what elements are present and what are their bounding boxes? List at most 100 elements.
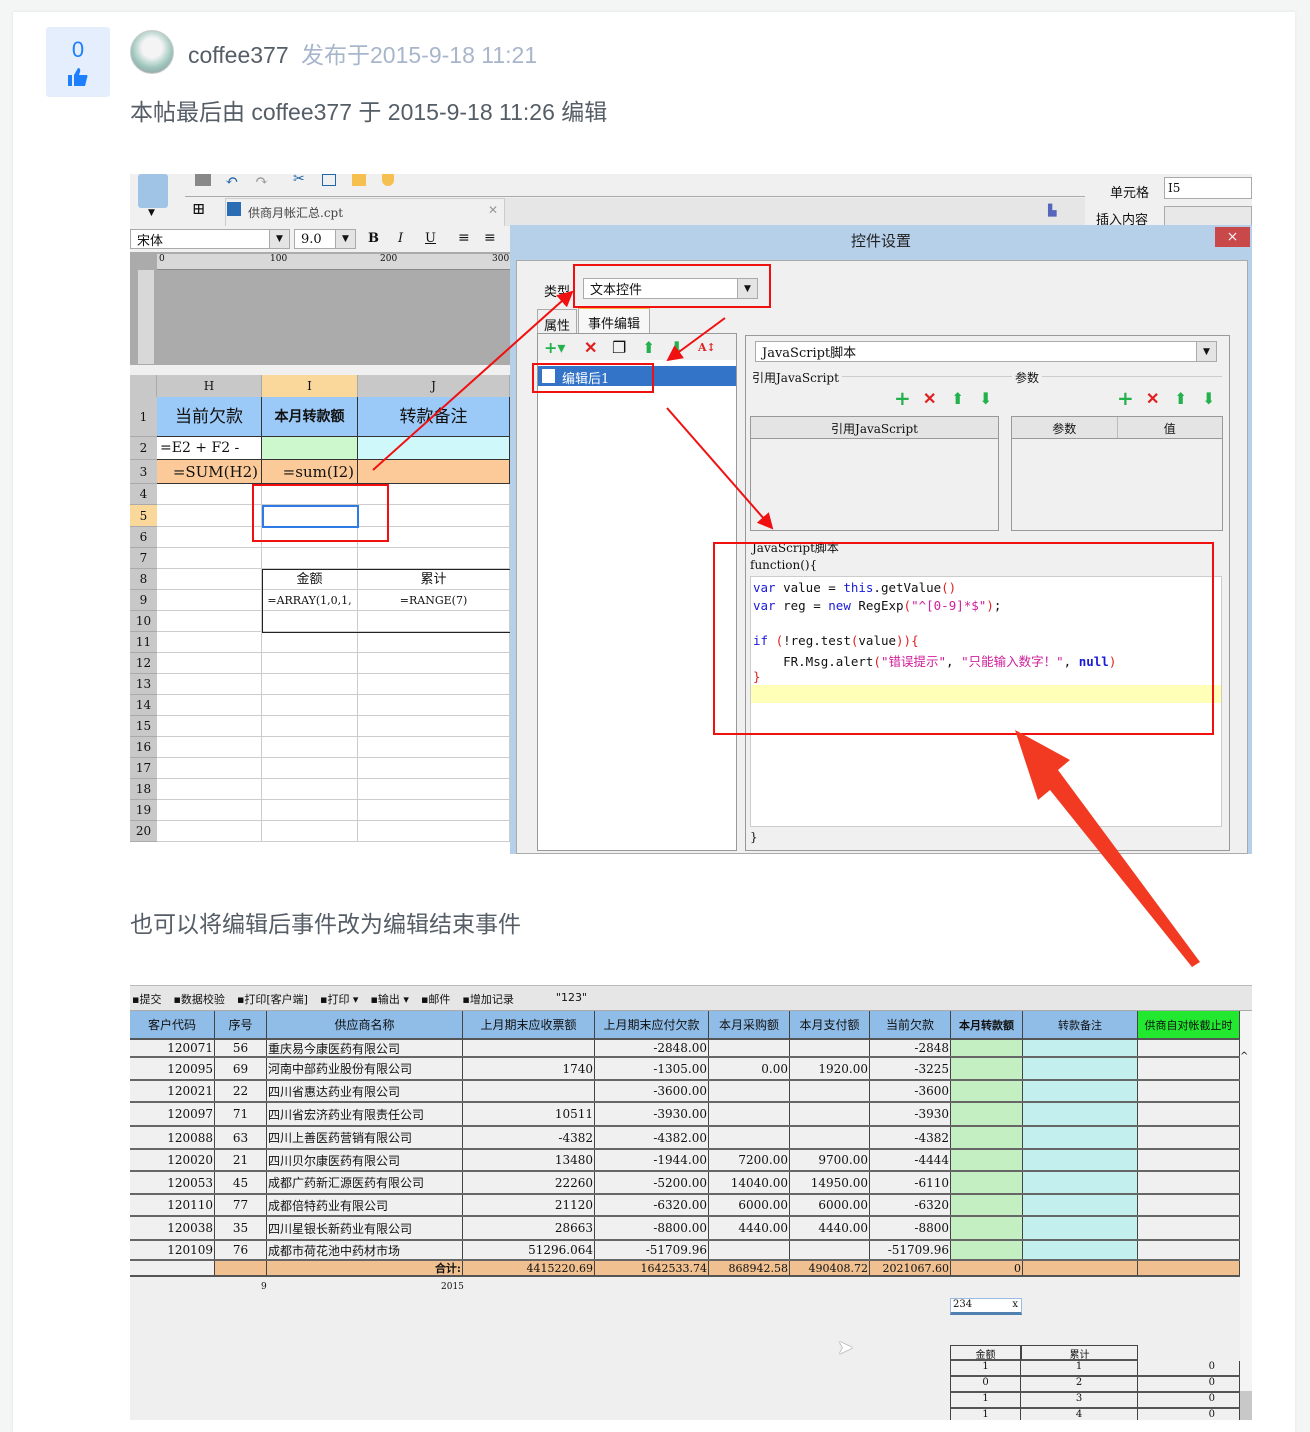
copy-icon[interactable]: [322, 174, 336, 186]
table-row[interactable]: 120021 22 四川省惠达药业有限公司 -3600.00 -3600: [130, 1081, 1240, 1103]
format-brush-icon[interactable]: [382, 174, 394, 186]
cell-j12[interactable]: [358, 653, 510, 674]
row-header[interactable]: 11: [130, 632, 157, 653]
table-cell[interactable]: 120095: [130, 1058, 215, 1079]
insert-content-input[interactable]: [1164, 206, 1252, 226]
dropdown-arrow-icon[interactable]: ▼: [148, 208, 155, 218]
font-size-select[interactable]: 9.0 ▼: [294, 229, 356, 249]
cell-h18[interactable]: [157, 779, 262, 800]
row-header[interactable]: 12: [130, 653, 157, 674]
table-cell[interactable]: -6110: [870, 1172, 951, 1193]
param-down-icon[interactable]: ⬇: [1202, 391, 1215, 407]
cell-j2[interactable]: [358, 437, 510, 460]
table-cell[interactable]: [1023, 1040, 1138, 1056]
table-cell[interactable]: -3600.00: [595, 1081, 709, 1101]
table-cell[interactable]: -2848: [870, 1040, 951, 1056]
table-cell[interactable]: 1740: [463, 1058, 595, 1079]
column-header[interactable]: 上月期末应付欠款: [595, 1011, 709, 1040]
row-header[interactable]: 1: [130, 397, 157, 437]
table-cell[interactable]: [1023, 1150, 1138, 1170]
table-cell[interactable]: 0.00: [709, 1058, 790, 1079]
cell-j10[interactable]: [358, 611, 510, 632]
table-cell[interactable]: [709, 1127, 790, 1148]
table-row[interactable]: 120097 71 四川省宏济药业有限责任公司 10511 -3930.00 -3930: [130, 1103, 1240, 1127]
table-cell[interactable]: [1138, 1081, 1240, 1101]
cell-j9[interactable]: =RANGE(7): [358, 590, 510, 611]
table-cell[interactable]: [951, 1217, 1023, 1239]
table-cell[interactable]: -4382: [870, 1127, 951, 1148]
table-cell[interactable]: [709, 1081, 790, 1101]
cell-h8[interactable]: [157, 569, 262, 590]
add-record-button[interactable]: ▪增加记录: [462, 991, 513, 1007]
add-param-icon[interactable]: +: [1117, 388, 1134, 408]
table-cell[interactable]: 22260: [463, 1172, 595, 1193]
move-up-icon[interactable]: ⬆: [642, 340, 655, 356]
table-cell[interactable]: 6000.00: [790, 1195, 870, 1215]
table-row[interactable]: 120020 21 四川贝尔康医药有限公司 13480 -1944.00 7200.00 9…: [130, 1150, 1240, 1172]
row-header[interactable]: 15: [130, 716, 157, 737]
table-cell[interactable]: -3600: [870, 1081, 951, 1101]
table-row[interactable]: 120109 76 成都市荷花池中药材市场 51296.064 -51709.96 -51…: [130, 1241, 1240, 1261]
table-cell[interactable]: 4440.00: [790, 1217, 870, 1239]
table-cell[interactable]: [463, 1081, 595, 1101]
table-cell[interactable]: 77: [215, 1195, 267, 1215]
table-cell[interactable]: -4382.00: [595, 1127, 709, 1148]
table-cell[interactable]: 21120: [463, 1195, 595, 1215]
table-cell[interactable]: [1023, 1081, 1138, 1101]
param-up-icon[interactable]: ⬆: [1174, 391, 1187, 407]
copy-icon[interactable]: ❐: [612, 340, 626, 356]
row-header[interactable]: 8: [130, 569, 157, 590]
table-cell[interactable]: -1944.00: [595, 1150, 709, 1170]
row-header[interactable]: 2: [130, 437, 157, 460]
table-cell[interactable]: 120021: [130, 1081, 215, 1101]
cell-h14[interactable]: [157, 695, 262, 716]
column-header[interactable]: I: [262, 375, 358, 397]
row-header[interactable]: 10: [130, 611, 157, 632]
row-header[interactable]: 3: [130, 460, 157, 484]
table-cell[interactable]: 四川省宏济药业有限责任公司: [267, 1103, 463, 1125]
cell-j14[interactable]: [358, 695, 510, 716]
cell-i8[interactable]: 金额: [262, 569, 358, 590]
table-cell[interactable]: 7200.00: [709, 1150, 790, 1170]
table-row[interactable]: 120071 56 重庆易今康医药有限公司 -2848.00 -2848: [130, 1040, 1240, 1058]
cell-h4[interactable]: [157, 484, 262, 505]
cell-i13[interactable]: [262, 674, 358, 695]
cell-h12[interactable]: [157, 653, 262, 674]
cell-h19[interactable]: [157, 800, 262, 821]
table-cell[interactable]: 71: [215, 1103, 267, 1125]
table-cell[interactable]: -5200.00: [595, 1172, 709, 1193]
table-row[interactable]: 120088 63 四川上善医药营销有限公司 -4382 -4382.00 -4382: [130, 1127, 1240, 1150]
tab-event-editor[interactable]: 事件编辑: [578, 307, 650, 333]
add-icon[interactable]: +: [894, 388, 911, 408]
cell-j3[interactable]: [358, 460, 510, 484]
table-cell[interactable]: 51296.064: [463, 1241, 595, 1259]
cell-h6[interactable]: [157, 527, 262, 548]
row-header[interactable]: 18: [130, 779, 157, 800]
table-cell[interactable]: -2848.00: [595, 1040, 709, 1056]
column-header[interactable]: H: [157, 375, 262, 397]
column-header[interactable]: 上月期末应收票额: [463, 1011, 595, 1040]
select-all-corner[interactable]: [130, 375, 157, 397]
table-cell[interactable]: 120071: [130, 1040, 215, 1056]
row-header[interactable]: 17: [130, 758, 157, 779]
underline-button[interactable]: U: [425, 231, 436, 246]
column-header[interactable]: J: [358, 375, 510, 397]
table-cell[interactable]: [790, 1040, 870, 1056]
table-cell[interactable]: [951, 1127, 1023, 1148]
column-header[interactable]: 本月采购额: [709, 1011, 790, 1040]
table-cell[interactable]: [1023, 1195, 1138, 1215]
bold-button[interactable]: B: [368, 231, 379, 246]
table-cell[interactable]: 120038: [130, 1217, 215, 1239]
table-row[interactable]: 120110 77 成都倍特药业有限公司 21120 -6320.00 6000.00 60…: [130, 1195, 1240, 1217]
cell-h20[interactable]: [157, 821, 262, 842]
table-cell[interactable]: [1138, 1103, 1240, 1125]
table-cell[interactable]: [1138, 1241, 1240, 1259]
table-cell[interactable]: -4444: [870, 1150, 951, 1170]
print-button[interactable]: ▪打印 ▾: [320, 991, 358, 1007]
column-header[interactable]: 客户代码: [130, 1011, 215, 1040]
table-cell[interactable]: 120088: [130, 1127, 215, 1148]
params-table[interactable]: 参数 值: [1011, 416, 1223, 531]
cell-i14[interactable]: [262, 695, 358, 716]
cell-j15[interactable]: [358, 716, 510, 737]
table-cell[interactable]: [951, 1241, 1023, 1259]
